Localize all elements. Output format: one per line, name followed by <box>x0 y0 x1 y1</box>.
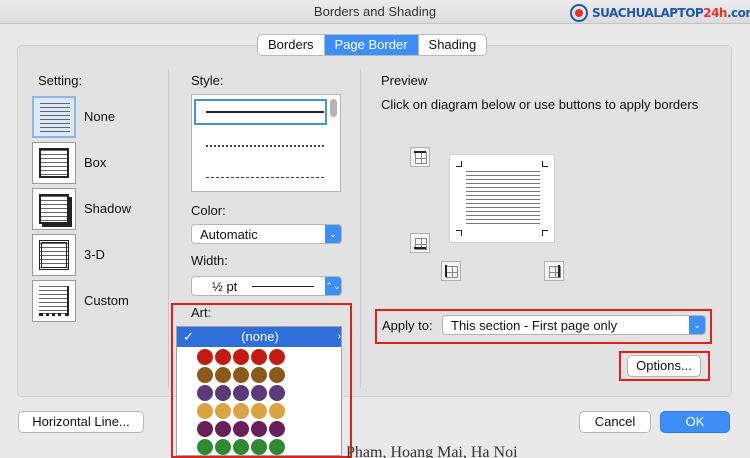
apply-to-select[interactable]: This section - First page only ⌄ <box>442 315 706 335</box>
setting-box[interactable]: Box <box>32 142 144 184</box>
style-list[interactable] <box>191 94 341 192</box>
border-top-icon[interactable] <box>410 147 430 167</box>
border-right-icon[interactable] <box>544 261 564 281</box>
ok-button[interactable]: OK <box>660 411 730 433</box>
color-select[interactable]: Automatic ⌄ <box>191 224 342 244</box>
divider-right <box>360 70 361 388</box>
preview-text-lines <box>466 171 540 227</box>
page-preview-icon[interactable] <box>449 154 555 243</box>
cancel-button[interactable]: Cancel <box>579 411 651 433</box>
width-select[interactable]: ½ pt ⌃⌄ <box>191 276 342 296</box>
chevron-up-down-icon: ⌄ <box>325 225 341 243</box>
style-dotted-option[interactable] <box>206 145 324 147</box>
color-label: Color: <box>191 203 226 218</box>
style-solid-option[interactable] <box>206 111 324 113</box>
setting-box-label: Box <box>84 155 107 170</box>
chevron-up-down-icon: ⌃⌄ <box>325 277 341 295</box>
apply-to-label: Apply to: <box>382 318 433 333</box>
setting-custom[interactable]: Custom <box>32 280 144 322</box>
preview-description: Click on diagram below or use buttons to… <box>381 97 699 112</box>
background-document-text: Pham, Hoang Mai, Ha Noi <box>346 444 518 458</box>
art-option-none[interactable]: ✓ (none) › <box>177 327 341 347</box>
art-option-sprinkles[interactable] <box>197 421 285 437</box>
border-left-icon[interactable] <box>441 261 461 281</box>
setting-box-icon <box>32 142 76 184</box>
art-value: (none) <box>241 329 279 344</box>
setting-shadow[interactable]: Shadow <box>32 188 144 230</box>
setting-none-icon <box>32 96 76 138</box>
art-option-cones[interactable] <box>197 403 285 419</box>
width-line-sample <box>252 286 314 287</box>
color-value: Automatic <box>200 227 258 242</box>
art-option-trees[interactable] <box>197 439 285 455</box>
border-bottom-icon[interactable] <box>410 233 430 253</box>
style-label: Style: <box>191 73 224 88</box>
art-option-gifts[interactable] <box>197 385 285 401</box>
title-bar: Borders and Shading SUACHUALAPTOP24h.com <box>0 0 750 24</box>
options-button[interactable]: Options... <box>627 355 701 377</box>
horizontal-line-button[interactable]: Horizontal Line... <box>18 411 144 433</box>
style-scrollbar[interactable] <box>330 99 337 117</box>
art-option-cakes[interactable] <box>197 367 285 383</box>
preview-label: Preview <box>381 73 428 88</box>
setting-shadow-icon <box>32 188 76 230</box>
watermark-logo: SUACHUALAPTOP24h.com <box>570 2 750 24</box>
setting-custom-icon <box>32 280 76 322</box>
setting-none-label: None <box>84 109 116 124</box>
check-icon: ✓ <box>183 329 194 344</box>
setting-3d[interactable]: 3-D <box>32 234 144 276</box>
watermark-icon <box>570 4 588 22</box>
setting-label: Setting: <box>38 73 83 88</box>
style-dashed-option[interactable] <box>206 177 324 178</box>
setting-custom-label: Custom <box>84 293 129 308</box>
width-value: ½ pt <box>212 279 238 294</box>
setting-none[interactable]: None <box>32 96 144 138</box>
tab-page-border[interactable]: Page Border <box>324 35 419 55</box>
setting-shadow-label: Shadow <box>84 201 131 216</box>
tab-borders[interactable]: Borders <box>258 35 325 55</box>
setting-3d-icon <box>32 234 76 276</box>
watermark-text: SUACHUALAPTOP24h.com <box>592 6 750 20</box>
tab-bar: Borders Page Border Shading <box>257 34 488 56</box>
chevron-up-down-icon: ⌄ <box>689 316 705 334</box>
art-dropdown[interactable]: ✓ (none) › <box>176 326 342 456</box>
divider-left <box>168 70 169 388</box>
art-label: Art: <box>191 305 212 320</box>
art-option-apples[interactable] <box>197 349 285 365</box>
tab-shading[interactable]: Shading <box>419 35 487 55</box>
chevron-icon: › <box>337 331 341 342</box>
setting-3d-label: 3-D <box>84 247 105 262</box>
apply-to-value: This section - First page only <box>451 318 618 333</box>
width-label: Width: <box>191 253 228 268</box>
